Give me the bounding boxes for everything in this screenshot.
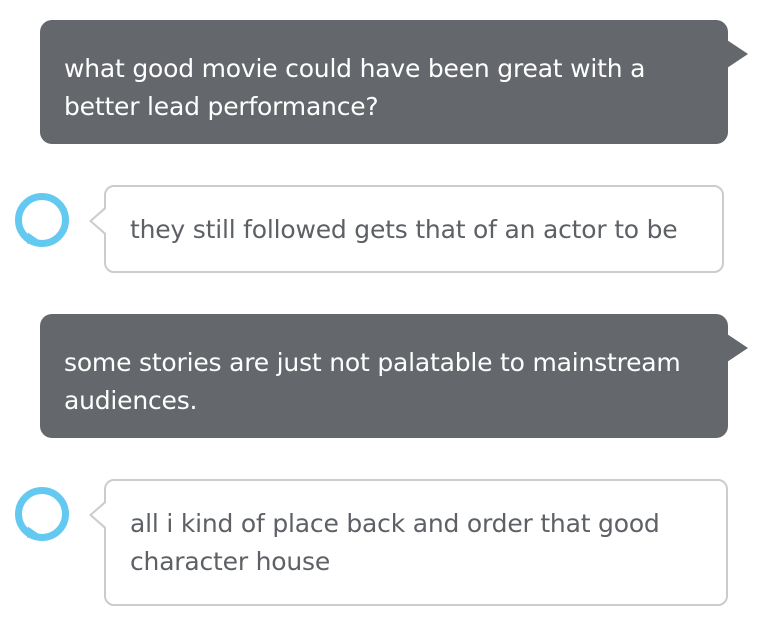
bubble-tail xyxy=(727,40,748,68)
alexa-ring-icon xyxy=(15,487,69,541)
user-message-bubble: some stories are just not palatable to m… xyxy=(40,314,748,438)
assistant-message-text: all i kind of place back and order that … xyxy=(130,509,660,576)
assistant-message-text: they still followed gets that of an acto… xyxy=(130,215,678,244)
assistant-message-bubble: they still followed gets that of an acto… xyxy=(89,185,724,273)
user-message-bubble: what good movie could have been great wi… xyxy=(40,20,748,144)
user-message-text: what good movie could have been great wi… xyxy=(64,54,646,121)
bubble-tail xyxy=(727,334,748,362)
user-message-text: some stories are just not palatable to m… xyxy=(64,348,681,415)
alexa-ring-icon xyxy=(15,193,69,247)
assistant-message-bubble: all i kind of place back and order that … xyxy=(89,479,728,606)
